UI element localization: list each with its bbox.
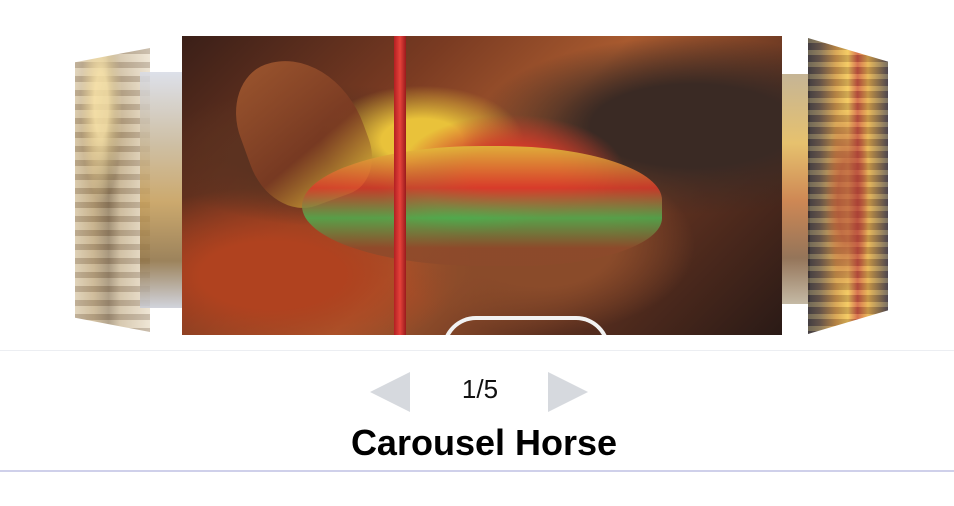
slide-counter: 1/5 [461, 374, 499, 404]
carousel-navigation: 1/5 [0, 360, 954, 420]
slide-preview-right-near[interactable] [782, 74, 810, 304]
carousel-horse-body-shape [302, 146, 662, 266]
current-slide-image[interactable] [182, 36, 782, 335]
slide-title: Carousel Horse [350, 422, 618, 463]
slide-preview-right-far[interactable] [808, 38, 888, 334]
next-arrow-icon[interactable] [548, 372, 588, 412]
prev-arrow-icon[interactable] [370, 372, 410, 412]
decorative-scroll-shape [442, 316, 610, 335]
carousel-pole-shape [394, 36, 406, 335]
slide-preview-left-near[interactable] [140, 72, 182, 308]
carousel-stage [0, 0, 954, 350]
slide-preview-left-far[interactable] [75, 48, 150, 332]
divider-line-bottom [0, 470, 954, 472]
divider-line-top [0, 350, 954, 351]
